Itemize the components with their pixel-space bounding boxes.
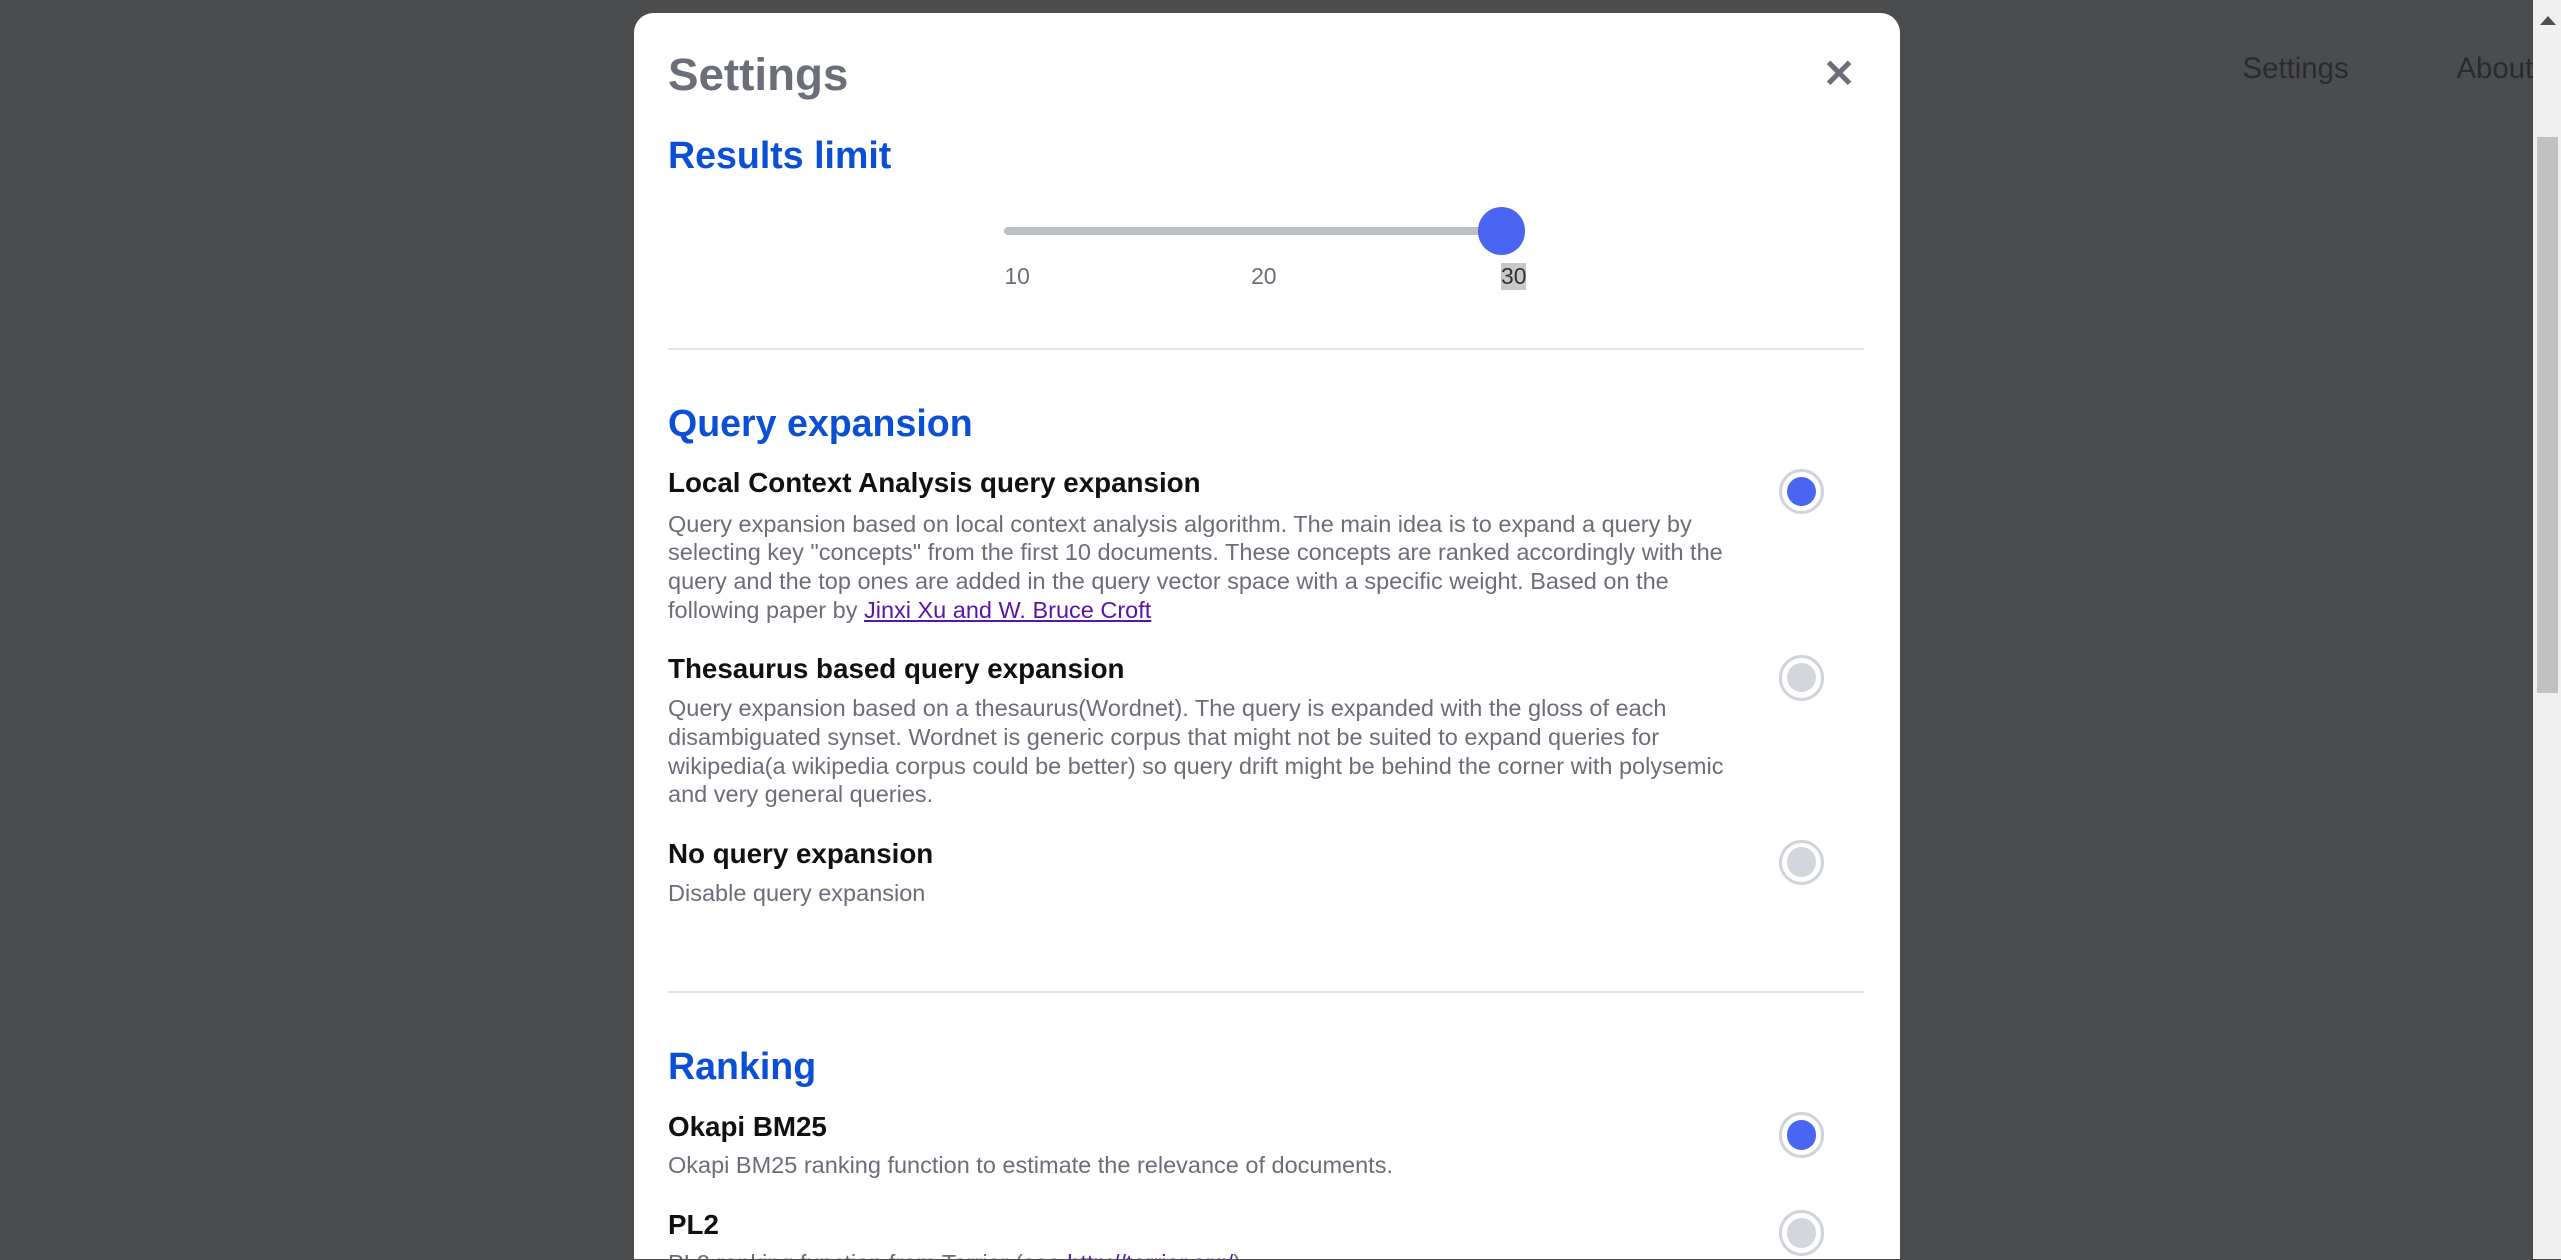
terrier-link[interactable]: http://terrier.org/	[1067, 1250, 1233, 1259]
scroll-up-arrow-icon[interactable]	[2539, 16, 2556, 26]
paper-link[interactable]: Jinxi Xu and W. Bruce Croft	[864, 597, 1151, 623]
slider-tick-10: 10	[1004, 262, 1030, 289]
settings-modal: Settings ✕ Results limit 10 20 30 Query …	[633, 13, 1900, 1260]
results-limit-heading: Results limit	[668, 133, 892, 176]
results-limit-slider-track[interactable]	[1004, 227, 1495, 236]
option-description: Query expansion based on a thesaurus(Wor…	[668, 695, 1724, 808]
option-description: PL2 ranking function from Terrier (see h…	[668, 1249, 1746, 1259]
slider-tick-30: 30	[1501, 262, 1527, 290]
radio-lca-query-expansion[interactable]	[1778, 468, 1825, 515]
radio-no-query-expansion[interactable]	[1778, 839, 1825, 886]
slider-tick-20: 20	[1251, 262, 1277, 289]
option-title: Thesaurus based query expansion	[668, 653, 1125, 685]
scrollbar-thumb[interactable]	[2536, 137, 2558, 693]
page-scrollbar[interactable]	[2533, 0, 2561, 1260]
modal-title: Settings	[668, 48, 849, 100]
nav-settings-link[interactable]: Settings	[2243, 52, 2349, 86]
option-description: Okapi BM25 ranking function to estimate …	[668, 1152, 1393, 1179]
option-title: No query expansion	[668, 837, 934, 869]
divider	[668, 347, 1864, 350]
ranking-heading: Ranking	[668, 1045, 817, 1088]
divider	[668, 991, 1864, 994]
option-title: Local Context Analysis query expansion	[668, 467, 1201, 499]
option-title: PL2	[668, 1208, 719, 1240]
nav-about-link[interactable]: About	[2456, 52, 2533, 86]
radio-pl2[interactable]	[1778, 1210, 1825, 1256]
option-title: Okapi BM25	[668, 1110, 827, 1142]
query-expansion-heading: Query expansion	[668, 401, 973, 444]
page: Settings About Settings ✕ Results limit …	[0, 0, 2561, 1260]
option-description: Query expansion based on local context a…	[668, 510, 1723, 623]
results-limit-slider-thumb[interactable]	[1478, 207, 1526, 255]
option-description: Disable query expansion	[668, 879, 926, 906]
close-icon[interactable]: ✕	[1823, 52, 1856, 97]
radio-thesaurus-query-expansion[interactable]	[1778, 654, 1825, 701]
radio-okapi-bm25[interactable]	[1778, 1112, 1825, 1158]
